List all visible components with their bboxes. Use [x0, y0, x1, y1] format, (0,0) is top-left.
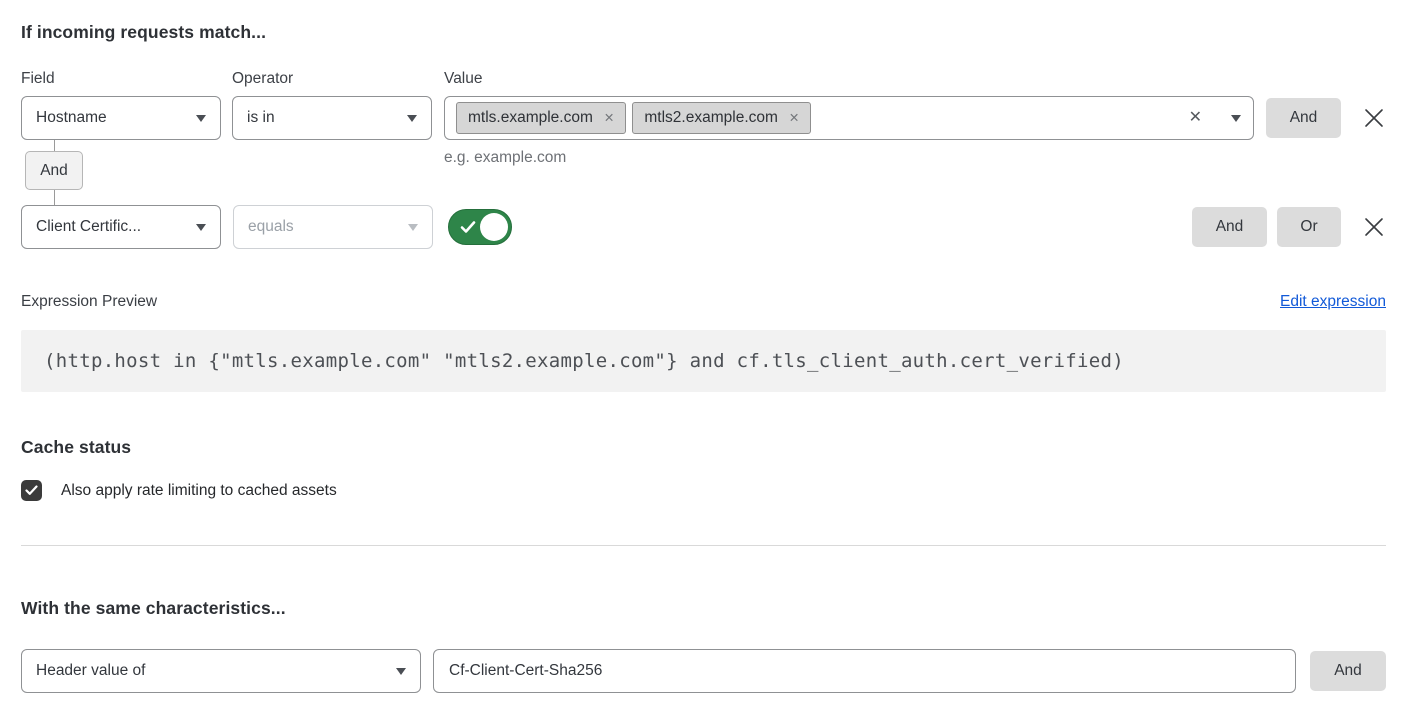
conditions-group: Hostname is in mtls.example.com ✕ mtls2.…: [21, 96, 1386, 249]
remove-tag-icon[interactable]: ✕: [604, 112, 614, 125]
expression-preview-label: Expression Preview: [21, 293, 157, 311]
add-or-condition-button[interactable]: Or: [1277, 207, 1341, 247]
delete-condition-icon[interactable]: [1362, 106, 1386, 130]
value-tag-label: mtls2.example.com: [644, 109, 778, 127]
operator-label: Operator: [232, 70, 444, 88]
field-label: Field: [21, 70, 232, 88]
field-select-1[interactable]: Hostname: [21, 96, 221, 140]
chevron-down-icon: [407, 115, 417, 122]
field-select-2-value: Client Certific...: [36, 218, 141, 236]
condition-row-1: Hostname is in mtls.example.com ✕ mtls2.…: [21, 96, 1386, 140]
operator-select-1[interactable]: is in: [232, 96, 432, 140]
section-divider: [21, 545, 1386, 546]
chevron-down-icon: [396, 668, 406, 675]
characteristic-select[interactable]: Header value of: [21, 649, 421, 693]
connector-and-button[interactable]: And: [25, 151, 83, 190]
chevron-down-icon: [196, 224, 206, 231]
check-icon: [25, 485, 38, 496]
rule-builder-page: If incoming requests match... Field Oper…: [0, 0, 1420, 693]
condition-connector: And: [23, 140, 85, 205]
value-helper-text: e.g. example.com: [444, 149, 566, 167]
field-labels-row: Field Operator Value: [21, 70, 1386, 88]
characteristic-row: Header value of And: [21, 649, 1386, 693]
cache-status-title: Cache status: [21, 437, 1386, 458]
chevron-down-icon: [196, 115, 206, 122]
value-tag: mtls2.example.com ✕: [632, 102, 811, 134]
match-section-title: If incoming requests match...: [21, 22, 1386, 43]
expression-code: (http.host in {"mtls.example.com" "mtls2…: [21, 330, 1386, 392]
check-icon: [460, 220, 476, 239]
operator-select-2: equals: [233, 205, 433, 249]
expression-header: Expression Preview Edit expression: [21, 293, 1386, 311]
cached-assets-checkbox[interactable]: [21, 480, 42, 501]
condition-row-2: Client Certific... equals And Or: [21, 205, 1386, 249]
operator-select-1-value: is in: [247, 109, 275, 127]
field-select-1-value: Hostname: [36, 109, 107, 127]
chevron-down-icon: [408, 224, 418, 231]
delete-condition-icon[interactable]: [1362, 215, 1386, 239]
clear-values-icon[interactable]: ✕: [1189, 110, 1202, 126]
toggle-knob: [480, 213, 508, 241]
chevron-down-icon[interactable]: [1231, 115, 1241, 122]
add-and-condition-button[interactable]: And: [1266, 98, 1341, 138]
operator-select-2-value: equals: [248, 218, 294, 236]
cert-verified-toggle[interactable]: [448, 209, 512, 245]
value-tag: mtls.example.com ✕: [456, 102, 626, 134]
condition-2-actions: And Or: [1192, 207, 1386, 247]
characteristics-title: With the same characteristics...: [21, 598, 1386, 619]
value-multiselect[interactable]: mtls.example.com ✕ mtls2.example.com ✕ ✕: [444, 96, 1254, 140]
field-select-2[interactable]: Client Certific...: [21, 205, 221, 249]
add-characteristic-button[interactable]: And: [1310, 651, 1386, 691]
value-tag-label: mtls.example.com: [468, 109, 593, 127]
value-label: Value: [444, 70, 483, 88]
edit-expression-link[interactable]: Edit expression: [1280, 293, 1386, 311]
cache-checkbox-row: Also apply rate limiting to cached asset…: [21, 480, 1386, 501]
remove-tag-icon[interactable]: ✕: [789, 112, 799, 125]
connector-line: [54, 190, 55, 205]
add-and-condition-button[interactable]: And: [1192, 207, 1267, 247]
cached-assets-checkbox-label: Also apply rate limiting to cached asset…: [61, 482, 337, 500]
characteristic-select-value: Header value of: [36, 662, 145, 680]
header-name-input[interactable]: [433, 649, 1296, 693]
connector-line: [54, 140, 55, 151]
